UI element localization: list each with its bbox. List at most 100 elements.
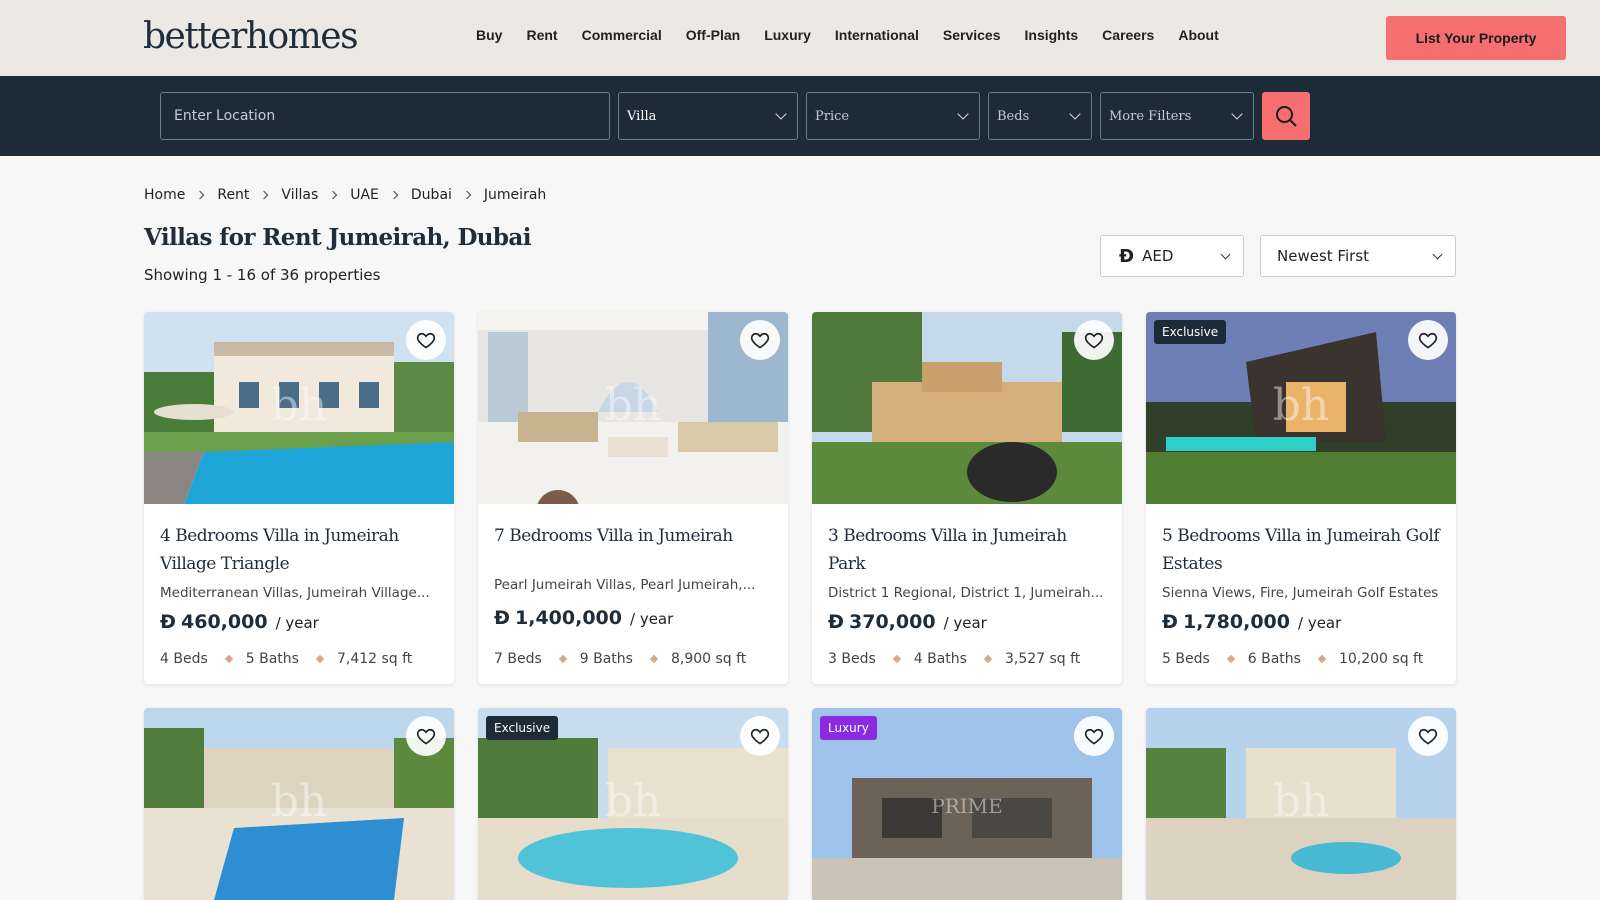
heart-icon [1084, 332, 1104, 349]
price-value: Price [815, 108, 850, 124]
property-type-select[interactable]: Villa [618, 92, 798, 140]
property-card[interactable]: bh 4 Bedrooms Villa in Jumeirah Village … [144, 312, 454, 684]
area-size: 8,900 sq ft [670, 651, 747, 667]
heart-icon [1418, 332, 1438, 349]
nav-commercial[interactable]: Commercial [582, 27, 662, 43]
beds-value: Beds [997, 108, 1030, 124]
favorite-button[interactable] [406, 320, 446, 360]
heart-icon [1418, 728, 1438, 745]
area-size: 7,412 sq ft [336, 651, 413, 667]
results-count: Showing 1 - 16 of 36 properties [144, 266, 381, 284]
area-size: 3,527 sq ft [1004, 651, 1081, 667]
area-size: 10,200 sq ft [1338, 651, 1424, 667]
nav-careers[interactable]: Careers [1102, 27, 1154, 43]
more-filters-select[interactable]: More Filters [1100, 92, 1254, 140]
chevron-right-icon [462, 190, 472, 200]
beds-count: 7 Beds [494, 651, 542, 667]
price-amount: 1,780,000 [1183, 611, 1290, 633]
dirham-icon: Đ [494, 607, 510, 629]
separator-dot [1226, 654, 1236, 664]
property-card[interactable]: bh Exclusive [478, 708, 788, 900]
nav-rent[interactable]: Rent [526, 27, 557, 43]
currency-select[interactable]: Đ AED [1100, 235, 1244, 277]
main-nav: Buy Rent Commercial Off-Plan Luxury Inte… [476, 27, 1243, 43]
baths-count: 6 Baths [1247, 651, 1301, 667]
property-title[interactable]: 7 Bedrooms Villa in Jumeirah [494, 522, 774, 550]
dirham-icon: Đ [160, 611, 176, 633]
nav-about[interactable]: About [1178, 27, 1218, 43]
property-card[interactable]: bh 7 Bedrooms Villa in Jumeirah Pearl Ju… [478, 312, 788, 684]
nav-buy[interactable]: Buy [476, 27, 502, 43]
property-title[interactable]: 4 Bedrooms Villa in Jumeirah Village Tri… [160, 522, 440, 578]
chevron-right-icon [328, 190, 338, 200]
property-card[interactable]: bh Exclusive 5 Bedrooms Villa in Jumeira… [1146, 312, 1456, 684]
price-amount: 460,000 [181, 611, 268, 633]
baths-count: 5 Baths [245, 651, 299, 667]
top-header: betterhomes Buy Rent Commercial Off-Plan… [0, 0, 1600, 76]
watermark-logo: bh [270, 380, 328, 431]
exclusive-badge: Exclusive [486, 716, 559, 740]
price-period: / year [943, 614, 987, 632]
property-card[interactable]: bh [144, 708, 454, 900]
breadcrumb-home[interactable]: Home [144, 187, 185, 203]
breadcrumb-rent[interactable]: Rent [217, 187, 249, 203]
price-amount: 1,400,000 [515, 607, 622, 629]
price-period: / year [630, 610, 674, 628]
separator-dot [649, 654, 659, 664]
property-card[interactable]: bh [1146, 708, 1456, 900]
watermark-logo: bh [270, 776, 328, 827]
property-title[interactable]: 5 Bedrooms Villa in Jumeirah Golf Estate… [1162, 522, 1442, 578]
beds-select[interactable]: Beds [988, 92, 1092, 140]
breadcrumb-uae[interactable]: UAE [350, 187, 379, 203]
property-location: District 1 Regional, District 1, Jumeira… [828, 585, 1104, 601]
search-button[interactable] [1262, 92, 1310, 140]
property-card[interactable]: 3 Bedrooms Villa in Jumeirah Park Distri… [812, 312, 1122, 684]
favorite-button[interactable] [1074, 716, 1114, 756]
property-title[interactable]: 3 Bedrooms Villa in Jumeirah Park [828, 522, 1108, 578]
property-price: Đ 1,400,000 / year [494, 607, 673, 629]
property-specs: 5 Beds 6 Baths 10,200 sq ft [1162, 651, 1423, 667]
nav-international[interactable]: International [835, 27, 919, 43]
chevron-right-icon [196, 190, 205, 200]
baths-count: 9 Baths [579, 651, 633, 667]
price-period: / year [1298, 614, 1342, 632]
nav-insights[interactable]: Insights [1025, 27, 1079, 43]
chevron-down-icon [957, 108, 969, 120]
favorite-button[interactable] [1408, 716, 1448, 756]
property-price: Đ 370,000 / year [828, 611, 987, 633]
property-specs: 4 Beds 5 Baths 7,412 sq ft [160, 651, 412, 667]
logo[interactable]: betterhomes [143, 16, 359, 57]
breadcrumb-villas[interactable]: Villas [281, 187, 318, 203]
sort-select[interactable]: Newest First [1260, 235, 1456, 277]
favorite-button[interactable] [406, 716, 446, 756]
watermark-logo: PRIME [931, 794, 1003, 818]
breadcrumb-dubai[interactable]: Dubai [411, 187, 452, 203]
beds-count: 5 Beds [1162, 651, 1210, 667]
favorite-button[interactable] [740, 320, 780, 360]
nav-luxury[interactable]: Luxury [764, 27, 811, 43]
heart-icon [750, 332, 770, 349]
heart-icon [1084, 728, 1104, 745]
favorite-button[interactable] [740, 716, 780, 756]
separator-dot [983, 654, 993, 664]
luxury-badge: Luxury [820, 716, 877, 740]
chevron-right-icon [260, 190, 269, 200]
property-location: Mediterranean Villas, Jumeirah Village..… [160, 585, 430, 601]
favorite-button[interactable] [1074, 320, 1114, 360]
nav-off-plan[interactable]: Off-Plan [686, 27, 740, 43]
chevron-right-icon [389, 190, 399, 200]
property-card[interactable]: PRIME Luxury [812, 708, 1122, 900]
list-your-property-button[interactable]: List Your Property [1386, 16, 1566, 60]
dirham-icon: Đ [1119, 245, 1135, 267]
chevron-down-icon [775, 108, 787, 120]
price-select[interactable]: Price [806, 92, 980, 140]
favorite-button[interactable] [1408, 320, 1448, 360]
property-type-value: Villa [627, 108, 657, 124]
beds-count: 3 Beds [828, 651, 876, 667]
watermark-logo: bh [1272, 776, 1330, 827]
heart-icon [416, 332, 436, 349]
nav-services[interactable]: Services [943, 27, 1001, 43]
location-input[interactable]: Enter Location [160, 92, 610, 140]
currency-value: AED [1142, 247, 1174, 265]
separator-dot [1317, 654, 1327, 664]
